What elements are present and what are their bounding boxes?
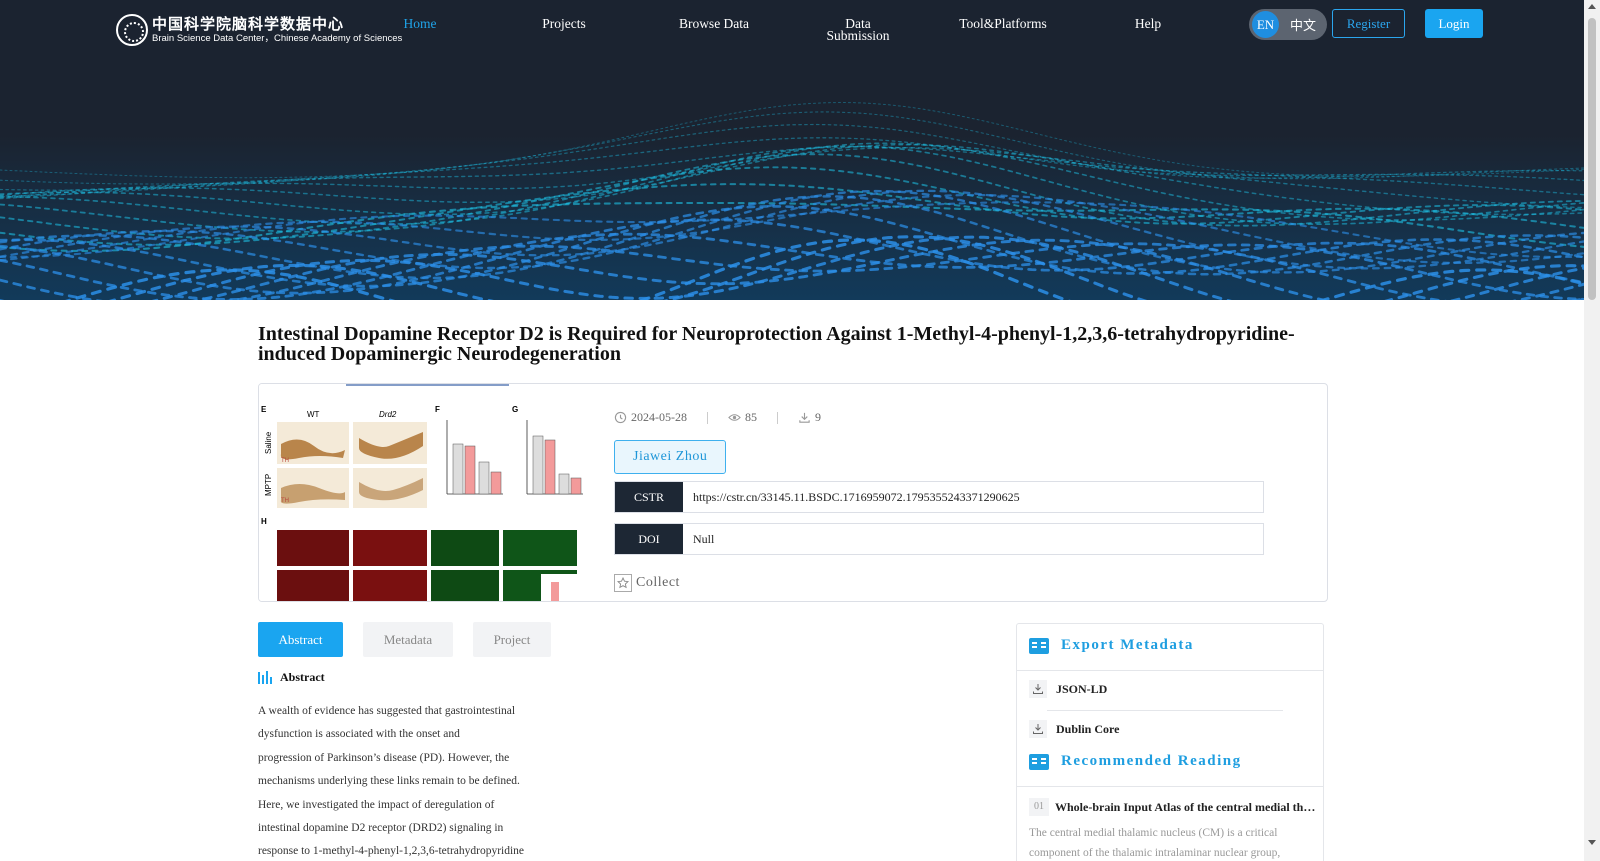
nav-tool-platforms[interactable]: Tool&Platforms	[945, 17, 1061, 31]
figure-panel-f: F	[435, 405, 440, 414]
eye-icon	[728, 414, 741, 421]
tab-abstract[interactable]: Abstract	[258, 622, 343, 657]
publish-date: 2024-05-28	[631, 410, 687, 424]
abstract-line: response to 1-methyl-4-phenyl-1,2,3,6-te…	[258, 845, 525, 858]
side-panel: Export Metadata JSON-LD Dublin Core Reco…	[1016, 623, 1324, 861]
register-button[interactable]: Register	[1332, 9, 1405, 38]
stats-divider	[707, 411, 708, 424]
download-icon	[1029, 720, 1047, 738]
export-dublin-core[interactable]: Dublin Core	[1029, 720, 1119, 738]
author-tag[interactable]: Jiawei Zhou	[614, 440, 727, 474]
cstr-label: CSTR	[615, 482, 683, 512]
login-button[interactable]: Login	[1425, 9, 1483, 38]
abstract-heading: Abstract	[258, 670, 325, 685]
abstract-heading-label: Abstract	[280, 670, 325, 684]
doi-row: DOI Null	[614, 523, 1264, 555]
nav-projects[interactable]: Projects	[524, 17, 604, 31]
cas-emblem-icon	[116, 14, 148, 46]
clock-icon	[614, 411, 627, 424]
logo-cn: 中国科学院脑科学数据中心	[152, 15, 345, 33]
download-icon	[1029, 680, 1047, 698]
nav-help[interactable]: Help	[1118, 17, 1178, 31]
nav-data-submission[interactable]: Data Submission	[810, 17, 906, 43]
scroll-thumb[interactable]	[1588, 18, 1596, 300]
side-divider	[1047, 710, 1283, 711]
view-count: 85	[745, 410, 757, 424]
doi-label: DOI	[615, 524, 683, 554]
side-divider	[1017, 670, 1323, 671]
lang-zh-button[interactable]: 中文	[1290, 15, 1316, 34]
figure-panel-e: E	[261, 405, 267, 414]
stats-divider	[777, 411, 778, 424]
figure-mptp-label: MPTP	[264, 474, 273, 496]
side-divider	[1017, 786, 1323, 787]
rec-item-title[interactable]: Whole-brain Input Atlas of the central m…	[1055, 798, 1317, 816]
rec-item-number: 01	[1029, 798, 1049, 816]
dataset-title: Intestinal Dopamine Receptor D2 is Requi…	[258, 323, 1295, 365]
page-scrollbar[interactable]	[1584, 0, 1600, 861]
abstract-line: mechanisms underlying these links remain…	[258, 775, 520, 788]
abstract-line: A wealth of evidence has suggested that …	[258, 705, 516, 717]
nav-home[interactable]: Home	[390, 17, 450, 31]
abstract-line: dysfunction is associated with the onset…	[258, 728, 460, 741]
cstr-value[interactable]: https://cstr.cn/33145.11.BSDC.1716959072…	[683, 482, 1020, 512]
recommended-reading-heading: Recommended Reading	[1029, 753, 1242, 770]
download-count: 9	[815, 410, 821, 424]
export-metadata-title: Export Metadata	[1061, 637, 1194, 653]
dataset-info-card: E WT Drd2 Saline MPTP TH TH F G H 2024-0…	[258, 383, 1328, 602]
figure-panel-h: H	[261, 517, 267, 526]
site-logo[interactable]: 中国科学院脑科学数据中心 Brain Science Data Center，C…	[116, 14, 402, 46]
top-nav: 中国科学院脑科学数据中心 Brain Science Data Center，C…	[0, 0, 1584, 60]
cstr-row: CSTR https://cstr.cn/33145.11.BSDC.17169…	[614, 481, 1264, 513]
abstract-line: intestinal dopamine D2 receptor (DRD2) s…	[258, 822, 504, 835]
rec-item-desc: The central medial thalamic nucleus (CM)…	[1029, 823, 1299, 861]
figure-th-label: TH	[281, 458, 289, 464]
hero-banner: 中国科学院脑科学数据中心 Brain Science Data Center，C…	[0, 0, 1584, 300]
tab-project[interactable]: Project	[473, 622, 551, 657]
star-icon	[614, 574, 632, 592]
sound-bars-icon	[258, 671, 272, 684]
logo-en: Brain Science Data Center，Chinese Academ…	[152, 33, 403, 44]
rec-item-desc-line: The central medial thalamic nucleus (CM)…	[1029, 827, 1278, 839]
export-json-ld[interactable]: JSON-LD	[1029, 680, 1107, 698]
export-metadata-heading: Export Metadata	[1029, 637, 1194, 654]
logo-text: 中国科学院脑科学数据中心 Brain Science Data Center，C…	[152, 15, 402, 45]
download-icon	[799, 412, 810, 423]
collect-button[interactable]: Collect	[614, 574, 680, 592]
dataset-stats: 2024-05-28 85 9	[614, 410, 821, 425]
dataset-figure-thumbnail[interactable]: E WT Drd2 Saline MPTP TH TH F G H	[259, 384, 599, 601]
nav-browse-data[interactable]: Browse Data	[664, 17, 764, 31]
abstract-line: Here, we investigated the impact of dere…	[258, 798, 495, 811]
language-switch[interactable]: EN 中文	[1249, 9, 1327, 40]
book-icon	[1029, 753, 1049, 770]
figure-wt-label: WT	[307, 410, 320, 419]
scroll-up-arrow-icon[interactable]	[1588, 4, 1596, 9]
recommended-reading-title: Recommended Reading	[1061, 753, 1242, 769]
page: 中国科学院脑科学数据中心 Brain Science Data Center，C…	[0, 0, 1584, 861]
figure-panel-g: G	[512, 405, 518, 414]
figure-saline-label: Saline	[264, 431, 273, 454]
nav-data-submission-line2: Submission	[826, 28, 890, 43]
tab-metadata[interactable]: Metadata	[363, 622, 453, 657]
dublin-core-label: Dublin Core	[1056, 721, 1120, 736]
figure-th-label-2: TH	[281, 498, 289, 504]
abstract-text: A wealth of evidence has suggested that …	[258, 700, 538, 861]
rec-item-desc-line: component of the thalamic intralaminar n…	[1029, 847, 1281, 859]
lang-en-button[interactable]: EN	[1252, 11, 1279, 38]
abstract-line: progression of Parkinson’s disease (PD).…	[258, 751, 510, 764]
book-icon	[1029, 637, 1049, 654]
json-ld-label: JSON-LD	[1056, 681, 1108, 696]
collect-label: Collect	[636, 575, 680, 590]
doi-value: Null	[693, 532, 715, 546]
scroll-down-arrow-icon[interactable]	[1588, 840, 1596, 845]
figure-image: E WT Drd2 Saline MPTP TH TH F G H	[259, 384, 599, 601]
figure-drd2-label: Drd2	[379, 410, 397, 419]
